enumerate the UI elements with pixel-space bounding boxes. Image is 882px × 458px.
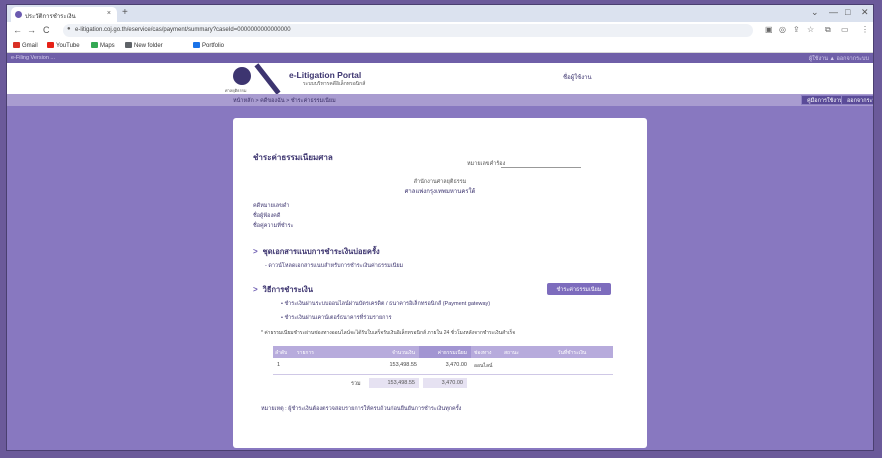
sidepanel-icon[interactable]: ▭ — [841, 25, 849, 35]
col-header: จำนวนเงิน — [369, 346, 419, 358]
row-divider — [273, 374, 613, 375]
total-fee: 3,470.00 — [423, 378, 467, 388]
folder-icon — [125, 42, 132, 48]
footnote: หมายเหตุ : ผู้ชำระเงินต้องตรวจสอบรายการใ… — [261, 406, 462, 412]
option-counter[interactable]: • ชำระเงินผ่านเคาน์เตอร์ธนาคารที่ร่วมราย… — [281, 314, 392, 322]
bookmark-gmail[interactable]: Gmail — [13, 42, 38, 49]
reference-label: หมายเลขคำร้อง — [467, 161, 506, 167]
court-office: สำนักงานศาลยุติธรรม — [413, 179, 467, 185]
section-payment-method[interactable]: > วิธีการชำระเงิน — [253, 284, 313, 296]
maps-icon — [91, 42, 98, 48]
site-top-strip: e-Filing Version ... ผู้ใช้งาน ▲ ออกจากร… — [7, 53, 873, 63]
logout-button[interactable]: ออกจากระบบ — [841, 95, 873, 105]
minimize-icon[interactable]: — — [829, 7, 838, 17]
site-header: ศาลยุติธรรม e-Litigation Portal ระบบบริห… — [7, 63, 873, 95]
row-number: 1 — [277, 362, 281, 368]
menu-icon[interactable]: ⋮ — [861, 25, 869, 35]
chevron-right-icon: > — [253, 285, 258, 294]
back-icon[interactable]: ← — [13, 24, 22, 36]
maximize-icon[interactable]: □ — [845, 7, 850, 17]
close-window-icon[interactable]: ✕ — [861, 7, 869, 18]
browser-window: ประวัติการชำระเงิน × + ⌄ — □ ✕ ← → C ● e… — [6, 4, 874, 451]
page-title: ชำระค่าธรรมเนียมศาล — [253, 153, 333, 162]
col-header: รายการ — [293, 346, 369, 358]
option-online[interactable]: • ชำระเงินผ่านระบบออนไลน์ผ่านบัตรเครดิต … — [281, 300, 490, 308]
payer-label: ชื่อคู่ความที่ชำระ — [253, 223, 294, 229]
row-channel: ออนไลน์ — [474, 363, 493, 369]
col-header: ลำดับ — [273, 346, 293, 358]
col-header: ช่องทาง — [471, 346, 501, 358]
col-header: วันที่ชำระเงิน — [531, 346, 613, 358]
col-header: สถานะ — [501, 346, 531, 358]
reference-underline — [501, 167, 581, 168]
new-tab-icon[interactable]: + — [122, 7, 128, 19]
translate-icon[interactable]: ▣ — [765, 25, 773, 35]
url-text: e-litigation.coj.go.th/eservice/cas/paym… — [75, 27, 291, 33]
pay-fee-button[interactable]: ชำระค่าธรรมเนียม — [547, 283, 611, 295]
court-name: ศาลแพ่งกรุงเทพมหานครใต้ — [404, 189, 476, 195]
youtube-icon — [47, 42, 54, 48]
address-bar[interactable]: ● e-litigation.coj.go.th/eservice/cas/pa… — [63, 24, 753, 37]
case-number-label: คดีหมายเลขดำ — [253, 203, 290, 209]
documents-download-link[interactable]: - ดาวน์โหลดเอกสารแนบสำหรับการชำระเงินค่า… — [265, 262, 403, 270]
col-header: ค่าธรรมเนียม — [419, 346, 471, 358]
version-label: e-Filing Version ... — [11, 55, 56, 61]
court-logo-icon[interactable] — [233, 67, 251, 85]
row-fee: 3,470.00 — [445, 362, 467, 368]
extensions-icon[interactable]: ⧉ — [825, 25, 831, 35]
total-label: รวม — [351, 381, 361, 387]
bookmark-portfolio[interactable]: Portfolio — [193, 42, 224, 49]
payment-card: ชำระค่าธรรมเนียมศาล หมายเลขคำร้อง สำนักง… — [233, 118, 647, 448]
browser-tab[interactable]: ประวัติการชำระเงิน × — [11, 7, 117, 22]
plaintiff-label: ชื่อผู้ฟ้องคดี — [253, 213, 281, 219]
bookmark-star-icon[interactable]: ☆ — [807, 25, 814, 35]
bookmark-folder[interactable]: New folder — [125, 42, 163, 49]
breadcrumb[interactable]: หน้าหลัก > คดีของฉัน > ชำระค่าธรรมเนียม — [233, 97, 336, 105]
total-amount: 153,498.55 — [369, 378, 419, 388]
site-favicon-icon — [15, 11, 22, 18]
bookmark-maps[interactable]: Maps — [91, 42, 115, 49]
tab-title: ประวัติการชำระเงิน — [25, 14, 76, 20]
chevron-right-icon: > — [253, 247, 258, 256]
site-nav-strip: หน้าหลัก > คดีของฉัน > ชำระค่าธรรมเนียม … — [7, 94, 873, 106]
tab-strip: ประวัติการชำระเงิน × + ⌄ — □ ✕ — [7, 5, 873, 22]
section-documents[interactable]: > ชุดเอกสารแนบการชำระเงินบ่อยครั้ง — [253, 246, 380, 258]
lock-icon: ● — [67, 26, 71, 32]
payment-remark: * ค่าธรรมเนียมชำระผ่านช่องทางออนไลน์จะได… — [261, 330, 516, 336]
reload-icon[interactable]: C — [43, 24, 50, 36]
browser-toolbar: ← → C ● e-litigation.coj.go.th/eservice/… — [7, 22, 873, 39]
share-icon[interactable]: ⇪ — [793, 25, 800, 35]
portfolio-icon — [193, 42, 200, 48]
logo-caption: ศาลยุติธรรม — [225, 88, 247, 93]
top-user-links[interactable]: ผู้ใช้งาน ▲ ออกจากระบบ — [809, 55, 869, 63]
header-username: ชื่อผู้ใช้งาน — [563, 75, 592, 81]
tab-close-icon[interactable]: × — [107, 10, 111, 17]
bookmark-youtube[interactable]: YouTube — [47, 42, 80, 49]
portal-name: e-Litigation Portal — [289, 70, 362, 80]
bookmarks-bar: Gmail YouTube Maps New folder Portfolio — [7, 39, 873, 53]
tab-search-icon[interactable]: ⌄ — [811, 7, 819, 18]
header-divider — [254, 63, 281, 95]
forward-icon[interactable]: → — [27, 24, 36, 36]
gmail-icon — [13, 42, 20, 48]
zoom-icon[interactable]: ◎ — [779, 25, 786, 35]
row-amount: 153,498.55 — [389, 362, 417, 368]
portal-subtitle: ระบบบริหารคดีอิเล็กทรอนิกส์ — [303, 81, 366, 87]
